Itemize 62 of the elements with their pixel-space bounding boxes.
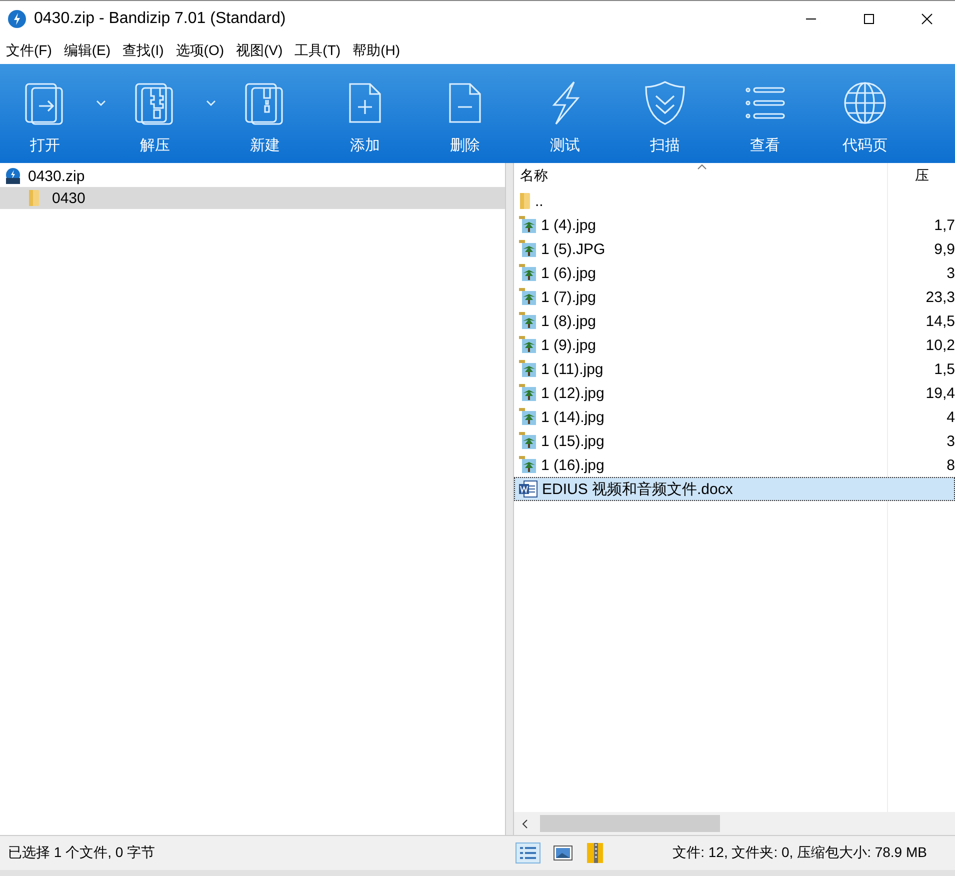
toolbar-button[interactable]: 测试	[532, 64, 598, 155]
image-file-icon	[519, 240, 537, 258]
image-file-icon	[519, 456, 537, 474]
details-view-icon[interactable]	[515, 842, 541, 864]
menu-item[interactable]: 文件(F)	[6, 42, 52, 60]
image-file-icon	[519, 264, 537, 282]
column-header[interactable]: 压	[887, 167, 955, 185]
file-row[interactable]: ..	[514, 189, 955, 213]
toolbar-button[interactable]: 添加	[332, 64, 398, 155]
app-logo-icon	[8, 10, 26, 28]
folder-icon	[519, 192, 531, 210]
file-row[interactable]: 1 (15).jpg 3	[514, 429, 955, 453]
sort-caret-icon	[697, 164, 707, 170]
image-file-icon	[519, 312, 537, 330]
file-row[interactable]: 1 (5).JPG 9,9	[514, 237, 955, 261]
image-file-icon	[519, 384, 537, 402]
toolbar-button[interactable]: 打开	[12, 64, 78, 155]
archive-icon	[4, 167, 22, 185]
image-file-icon	[519, 408, 537, 426]
close-icon[interactable]	[921, 13, 933, 25]
folder-icon	[28, 189, 40, 207]
tree-item[interactable]: 0430.zip	[0, 165, 505, 187]
toolbar-button[interactable]: 新建	[232, 64, 298, 155]
menu-item[interactable]: 编辑(E)	[64, 42, 111, 60]
toolbar-button[interactable]: 删除	[432, 64, 498, 155]
file-row[interactable]: EDIUS 视频和音频文件.docx	[514, 477, 955, 501]
menu-item[interactable]: 视图(V)	[236, 42, 283, 60]
file-row[interactable]: 1 (11).jpg 1,5	[514, 357, 955, 381]
status-summary: 文件: 12, 文件夹: 0, 压缩包大小: 78.9 MB	[672, 844, 928, 862]
maximize-icon[interactable]	[863, 13, 875, 25]
image-file-icon	[519, 288, 537, 306]
scrollbar-thumb[interactable]	[540, 815, 720, 832]
image-file-icon	[519, 432, 537, 450]
toolbar-button[interactable]: 代码页	[832, 64, 898, 155]
file-row[interactable]: 1 (12).jpg 19,4	[514, 381, 955, 405]
column-header[interactable]: 名称	[514, 167, 548, 185]
menu-item[interactable]: 工具(T)	[294, 42, 341, 60]
file-row[interactable]: 1 (16).jpg 8	[514, 453, 955, 477]
menu-item[interactable]: 帮助(H)	[352, 42, 400, 60]
dropdown-caret-icon[interactable]	[206, 100, 216, 106]
image-file-icon	[519, 360, 537, 378]
toolbar-button[interactable]: 扫描	[632, 64, 698, 155]
menu-item[interactable]: 查找(I)	[122, 42, 164, 60]
file-row[interactable]: 1 (9).jpg 10,2	[514, 333, 955, 357]
tree-item[interactable]: 0430	[0, 187, 505, 209]
toolbar-button[interactable]: 解压	[122, 64, 188, 155]
file-row[interactable]: 1 (7).jpg 23,3	[514, 285, 955, 309]
image-file-icon	[519, 216, 537, 234]
word-document-icon	[518, 480, 538, 498]
file-row[interactable]: 1 (4).jpg 1,7	[514, 213, 955, 237]
menu-item[interactable]: 选项(O)	[176, 42, 224, 60]
scroll-left-icon[interactable]	[520, 818, 530, 828]
status-text: 已选择 1 个文件, 0 字节	[7, 844, 156, 862]
image-file-icon	[519, 336, 537, 354]
dropdown-caret-icon[interactable]	[96, 100, 106, 106]
file-row[interactable]: 1 (14).jpg 4	[514, 405, 955, 429]
file-row[interactable]: 1 (8).jpg 14,5	[514, 309, 955, 333]
file-row[interactable]: 1 (6).jpg 3	[514, 261, 955, 285]
toolbar-button[interactable]: 查看	[732, 64, 798, 155]
picture-view-icon[interactable]	[553, 845, 573, 861]
window-title: 0430.zip - Bandizip 7.01 (Standard)	[34, 10, 286, 28]
archive-file-icon[interactable]	[585, 841, 605, 865]
